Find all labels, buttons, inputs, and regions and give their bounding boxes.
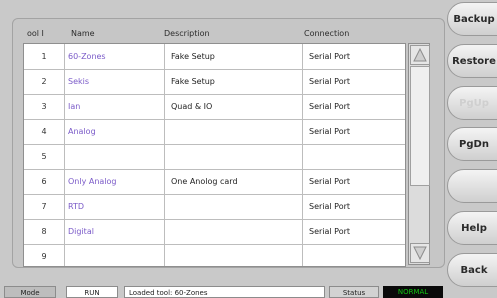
col-header-name: Name: [71, 29, 95, 38]
back-button[interactable]: Back: [447, 253, 497, 287]
row-number: 5: [41, 152, 47, 161]
tool-name[interactable]: Analog: [68, 119, 160, 144]
scroll-thumb[interactable]: [410, 66, 430, 186]
row-number: 9: [41, 252, 47, 261]
tool-table: 1 60-Zones Fake Setup Serial Port 2 Seki…: [23, 43, 406, 267]
tool-description: [171, 144, 298, 169]
table-row[interactable]: 9: [24, 244, 405, 266]
tool-name[interactable]: Only Analog: [68, 169, 160, 194]
table-row[interactable]: 6 Only Analog One Anolog card Serial Por…: [24, 169, 405, 195]
col-header-connection: Connection: [304, 29, 350, 38]
run-state: RUN: [66, 286, 118, 298]
row-number: 3: [41, 102, 47, 111]
table-row[interactable]: 2 Sekis Fake Setup Serial Port: [24, 69, 405, 95]
tool-connection: [309, 244, 405, 266]
scroll-down-button[interactable]: [410, 243, 430, 263]
row-number: 4: [41, 127, 47, 136]
row-number: 1: [41, 52, 47, 61]
table-row[interactable]: 1 60-Zones Fake Setup Serial Port: [24, 44, 405, 70]
tool-name[interactable]: Ian: [68, 94, 160, 119]
table-scrollbar[interactable]: [408, 43, 430, 265]
tool-connection: Serial Port: [309, 52, 351, 61]
triangle-up-icon: [413, 47, 427, 62]
tool-connection: [309, 144, 405, 169]
tool-description: Quad & IO: [171, 102, 213, 111]
tool-name[interactable]: [68, 144, 160, 169]
tool-description: Fake Setup: [171, 52, 215, 61]
sidebar: Backup Restore PgUp PgDn Help Back: [447, 0, 497, 298]
tool-connection: Serial Port: [309, 202, 351, 211]
col-header-description: Description: [164, 29, 210, 38]
tool-connection: Serial Port: [309, 102, 351, 111]
tool-name[interactable]: Digital: [68, 219, 160, 244]
page-down-button[interactable]: PgDn: [447, 127, 497, 161]
tool-connection: Serial Port: [309, 127, 351, 136]
page-up-button[interactable]: PgUp: [447, 86, 497, 120]
status-badge: NORMAL: [383, 286, 443, 298]
table-row[interactable]: 7 RTD Serial Port: [24, 194, 405, 220]
table-row[interactable]: 4 Analog Serial Port: [24, 119, 405, 145]
tool-description: [171, 219, 298, 244]
tool-description: Fake Setup: [171, 77, 215, 86]
tool-name[interactable]: 60-Zones: [68, 44, 160, 69]
triangle-down-icon: [413, 246, 427, 261]
tool-description: [171, 194, 298, 219]
tool-description: [171, 244, 298, 266]
tool-description: One Anolog card: [171, 177, 238, 186]
tool-description: [171, 119, 298, 144]
row-number: 8: [41, 227, 47, 236]
restore-button[interactable]: Restore: [447, 44, 497, 78]
tool-connection: Serial Port: [309, 77, 351, 86]
tool-connection: Serial Port: [309, 227, 351, 236]
table-row[interactable]: 3 Ian Quad & IO Serial Port: [24, 94, 405, 120]
status-message: Loaded tool: 60-Zones: [124, 286, 325, 298]
status-label: Status: [329, 286, 379, 298]
row-number: 6: [41, 177, 47, 186]
table-row[interactable]: 5: [24, 144, 405, 170]
mode-label: Mode: [4, 286, 56, 298]
row-number: 7: [41, 202, 47, 211]
tool-connection: Serial Port: [309, 177, 351, 186]
help-button[interactable]: Help: [447, 211, 497, 245]
tool-name[interactable]: [68, 244, 160, 266]
col-header-number: ool I: [27, 29, 44, 38]
backup-button[interactable]: Backup: [447, 2, 497, 36]
table-row[interactable]: 8 Digital Serial Port: [24, 219, 405, 245]
tool-name[interactable]: Sekis: [68, 69, 160, 94]
empty-sidebar-button: [447, 169, 497, 203]
tool-name[interactable]: RTD: [68, 194, 160, 219]
scroll-up-button[interactable]: [410, 45, 430, 65]
status-bar: Mode RUN Loaded tool: 60-Zones Status NO…: [0, 286, 447, 298]
tool-list-panel: ool I Name Description Connection 1 60-Z…: [12, 18, 445, 268]
row-number: 2: [41, 77, 47, 86]
